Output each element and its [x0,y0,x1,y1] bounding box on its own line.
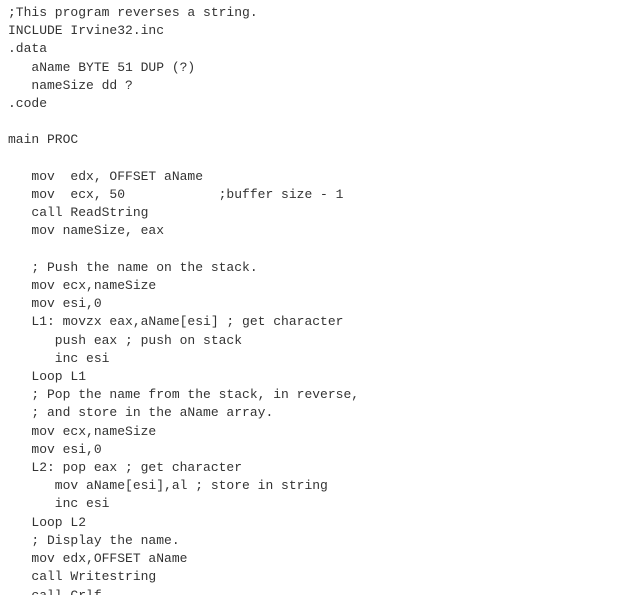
assembly-code-listing: ;This program reverses a string. INCLUDE… [0,0,620,595]
